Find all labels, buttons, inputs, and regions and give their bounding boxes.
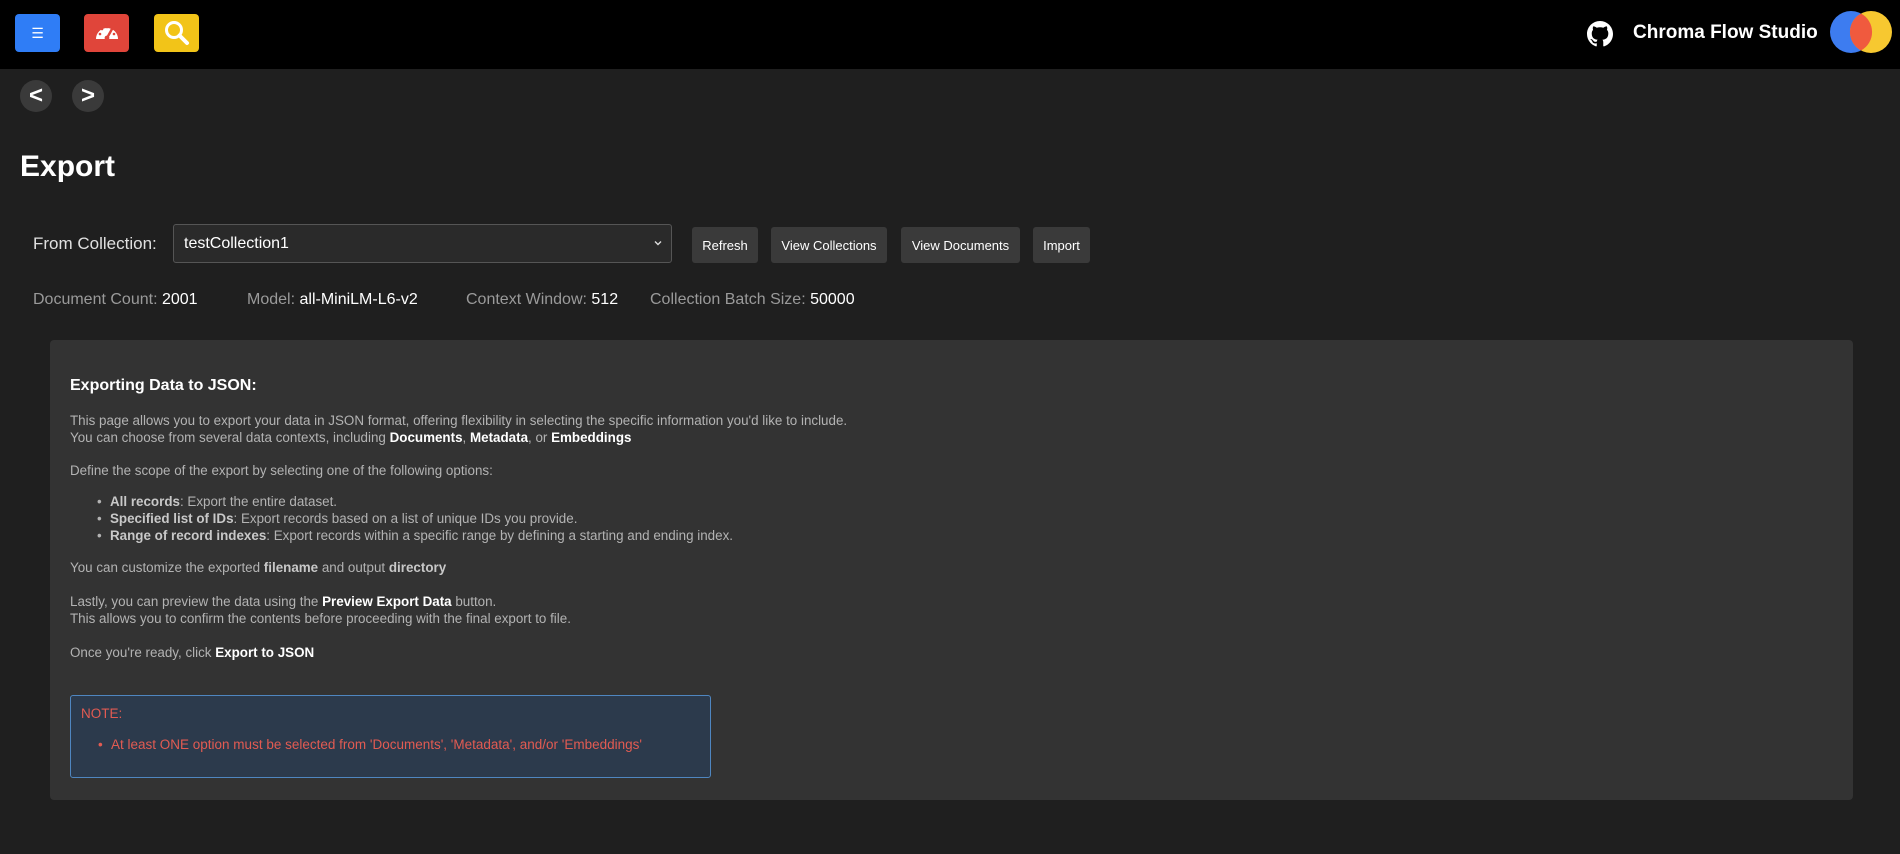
info-paragraph-5: Once you're ready, click Export to JSON [70, 645, 315, 660]
from-collection-label: From Collection: [33, 234, 157, 253]
chroma-logo-icon [1830, 11, 1892, 53]
info-paragraph-1: This page allows you to export your data… [70, 413, 848, 445]
search-button[interactable] [154, 14, 199, 52]
forward-button[interactable]: > [72, 80, 104, 112]
model-value: all-MiniLM-L6-v2 [299, 291, 418, 308]
github-icon[interactable] [1587, 21, 1613, 47]
ctx-metadata: Metadata [469, 430, 529, 445]
search-icon [164, 21, 189, 45]
info-paragraph-2: Define the scope of the export by select… [70, 463, 493, 478]
view-collections-button[interactable]: View Collections [771, 227, 887, 263]
note-item: At least ONE option must be selected fro… [98, 737, 642, 752]
ctx-embeddings: Embeddings [551, 430, 632, 445]
batch-size-stat: Collection Batch Size: 50000 [650, 291, 855, 309]
view-documents-button[interactable]: View Documents [901, 227, 1020, 263]
refresh-button[interactable]: Refresh [692, 227, 758, 263]
dashboard-button[interactable] [84, 14, 129, 52]
info-paragraph-4: Lastly, you can preview the data using t… [70, 594, 571, 626]
menu-icon: ☰ [31, 24, 44, 41]
collection-select[interactable]: testCollection1 [173, 224, 672, 263]
export-info-panel: Exporting Data to JSON: This page allows… [50, 340, 1853, 800]
info-paragraph-3: You can customize the exported filename … [70, 560, 447, 575]
document-count-label: Document Count: [33, 291, 158, 308]
context-window-stat: Context Window: 512 [466, 291, 618, 309]
export-scope-list: All records: Export the entire dataset. … [70, 493, 733, 544]
list-item: All records: Export the entire dataset. [70, 493, 733, 510]
top-bar: ☰ Chroma Flow Studio [0, 0, 1900, 69]
note-box: NOTE: At least ONE option must be select… [70, 695, 711, 778]
page-title: Export [20, 150, 116, 183]
model-stat: Model: all-MiniLM-L6-v2 [247, 291, 418, 309]
batch-size-value: 50000 [810, 291, 855, 308]
list-item: Specified list of IDs: Export records ba… [70, 510, 733, 527]
note-title: NOTE: [81, 706, 123, 721]
model-label: Model: [247, 291, 296, 308]
batch-size-label: Collection Batch Size: [650, 291, 806, 308]
ctx-documents: Documents [389, 430, 463, 445]
info-heading: Exporting Data to JSON: [70, 377, 257, 394]
document-count-value: 2001 [161, 291, 198, 308]
back-button[interactable]: < [20, 80, 52, 112]
context-window-label: Context Window: [466, 291, 587, 308]
list-item: Range of record indexes: Export records … [70, 527, 733, 544]
import-button[interactable]: Import [1033, 227, 1090, 263]
app-title: Chroma Flow Studio [1633, 22, 1818, 43]
collection-select-value: testCollection1 [184, 234, 289, 252]
context-window-value: 512 [591, 291, 619, 308]
document-count-stat: Document Count: 2001 [33, 291, 198, 309]
menu-button[interactable]: ☰ [15, 14, 60, 52]
dashboard-icon [95, 25, 118, 41]
chevron-down-icon [654, 241, 662, 246]
